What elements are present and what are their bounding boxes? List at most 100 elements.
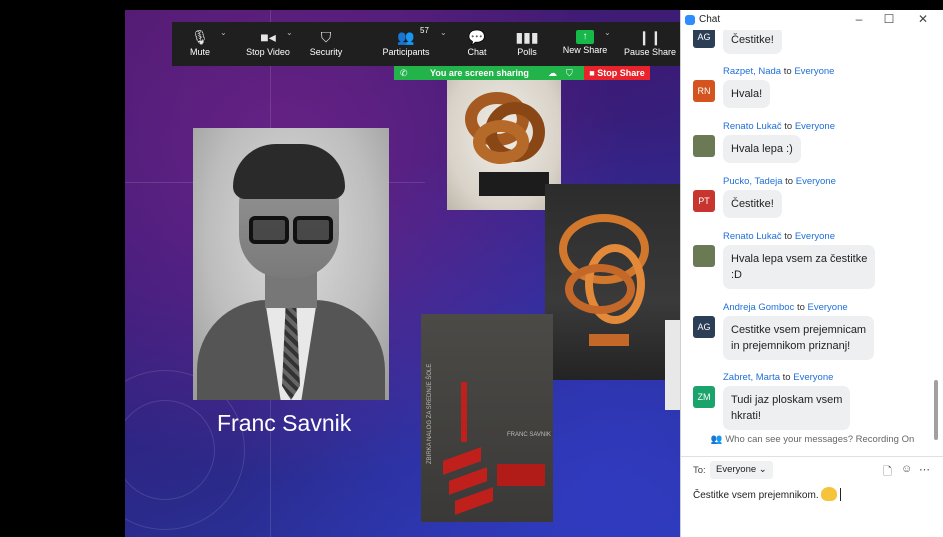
new-share-button[interactable]: ↑ New Share bbox=[560, 22, 610, 66]
chat-bubble-icon: 💬 bbox=[468, 29, 486, 45]
knot-loop bbox=[473, 120, 529, 164]
recipient-name: Everyone bbox=[793, 372, 834, 383]
recipient-name: Everyone bbox=[794, 231, 835, 242]
close-icon[interactable]: ✕ bbox=[913, 12, 933, 26]
share-arrow-icon: ↑ bbox=[576, 30, 594, 44]
sender-to: to bbox=[782, 372, 791, 383]
portrait-hair bbox=[233, 144, 345, 199]
audio-options-chevron-icon[interactable]: ⌄ bbox=[220, 28, 227, 37]
stop-video-label: Stop Video bbox=[246, 47, 290, 57]
message-bubble: Hvala lepa :) bbox=[723, 135, 801, 163]
share-options-chevron-icon[interactable]: ⌄ bbox=[604, 28, 611, 37]
message-sender: Zabret, Marta to Everyone bbox=[723, 372, 833, 383]
message-sender: Andreja Gomboc to Everyone bbox=[723, 302, 848, 313]
message-bubble: Cestitke vsem prejemnicam in prejemnikom… bbox=[723, 316, 875, 360]
recipient-select[interactable]: Everyone ⌄ bbox=[710, 461, 773, 479]
cloud-icon: ☁ bbox=[548, 68, 557, 78]
avatar: AG bbox=[693, 30, 715, 48]
recipient-name: Everyone bbox=[795, 176, 836, 187]
file-icon[interactable]: 🗋 bbox=[883, 463, 892, 482]
sender-name[interactable]: Razpet, Nada bbox=[723, 66, 781, 77]
avatar: PT bbox=[693, 190, 715, 212]
mute-label: Mute bbox=[189, 47, 210, 57]
maximize-icon[interactable]: ☐ bbox=[879, 12, 899, 26]
portrait-glasses-right bbox=[293, 216, 333, 244]
sender-name[interactable]: Renato Lukač bbox=[723, 121, 782, 132]
message-line: in prejemnikom priznanj! bbox=[731, 340, 851, 352]
sender-to: to bbox=[785, 176, 794, 187]
shield-icon: ⛉ bbox=[320, 29, 332, 45]
book-cover: ZBIRKA NALOG ZA SREDNJE ŠOLE FRANC SAVNI… bbox=[421, 314, 553, 522]
phone-icon: ✆ bbox=[400, 68, 408, 78]
recipient-name: Everyone bbox=[807, 302, 848, 313]
chat-title-bar: Chat – ☐ ✕ bbox=[681, 10, 943, 30]
message-sender: Razpet, Nada to Everyone bbox=[723, 66, 834, 77]
pause-icon: ❙❙ bbox=[638, 29, 662, 45]
sender-to: to bbox=[796, 302, 805, 313]
portrait-glasses-left bbox=[249, 216, 289, 244]
avatar: RN bbox=[693, 80, 715, 102]
book-spine-text: ZBIRKA NALOG ZA SREDNJE ŠOLE bbox=[427, 363, 433, 464]
message-input-text: Čestitke vsem prejemnikom. bbox=[693, 490, 819, 501]
chat-button[interactable]: 💬 Chat bbox=[462, 22, 492, 66]
clapping-hands-icon bbox=[821, 487, 838, 501]
avatar: AG bbox=[693, 316, 715, 338]
recipient-name: Everyone bbox=[794, 121, 835, 132]
book-author: FRANC SAVNIK bbox=[507, 432, 551, 438]
chevron-down-icon: ⌄ bbox=[758, 464, 767, 475]
sender-name[interactable]: Pucko, Tadeja bbox=[723, 176, 783, 187]
message-input[interactable]: Čestitke vsem prejemnikom. bbox=[693, 487, 842, 501]
sender-to: to bbox=[783, 66, 792, 77]
sculpture-photo-knot bbox=[447, 72, 561, 210]
minimize-icon[interactable]: – bbox=[849, 12, 869, 26]
message-sender: Renato Lukač to Everyone bbox=[723, 231, 835, 242]
sender-to: to bbox=[784, 121, 793, 132]
message-sender: Pucko, Tadeja to Everyone bbox=[723, 176, 836, 187]
ribbon-loop bbox=[565, 264, 635, 314]
to-label: To: bbox=[693, 465, 706, 476]
video-options-chevron-icon[interactable]: ⌄ bbox=[286, 28, 293, 37]
message-bubble: Čestitke! bbox=[723, 190, 782, 218]
message-line: Tudi jaz ploskam vsem bbox=[731, 394, 843, 406]
chat-window: Chat – ☐ ✕ AG Čestitke! Razpet, Nada to … bbox=[680, 10, 943, 537]
portrait-photo bbox=[193, 128, 389, 400]
message-sender: Renato Lukač to Everyone bbox=[723, 121, 835, 132]
sender-to: to bbox=[784, 231, 793, 242]
emoji-icon[interactable]: ☺ bbox=[901, 463, 912, 475]
participants-label: Participants bbox=[382, 47, 430, 57]
security-label: Security bbox=[309, 47, 343, 57]
chat-message-list[interactable]: AG Čestitke! Razpet, Nada to Everyone RN… bbox=[681, 30, 936, 430]
people-icon: 👥 bbox=[710, 434, 723, 445]
message-line: Hvala lepa vsem za čestitke bbox=[731, 253, 868, 265]
security-button[interactable]: ⛉ Security bbox=[306, 22, 346, 66]
slide-caption: Franc Savnik bbox=[217, 410, 352, 436]
slide-panel bbox=[665, 320, 680, 410]
participants-options-chevron-icon[interactable]: ⌄ bbox=[440, 28, 447, 37]
polls-button[interactable]: ▮▮▮ Polls bbox=[512, 22, 542, 66]
participants-count: 57 bbox=[420, 26, 429, 35]
book-red-label bbox=[497, 464, 545, 486]
avatar-photo bbox=[693, 135, 715, 157]
sender-name[interactable]: Renato Lukač bbox=[723, 231, 782, 242]
new-share-label: New Share bbox=[562, 45, 608, 55]
book-red-bar bbox=[461, 382, 467, 442]
mute-button[interactable]: 🎙 Mute bbox=[184, 22, 216, 66]
pause-share-button[interactable]: ❙❙ Pause Share bbox=[622, 22, 678, 66]
more-options-icon[interactable]: ⋯ bbox=[919, 463, 930, 476]
stop-share-button[interactable]: ■ Stop Share bbox=[584, 66, 650, 80]
polls-label: Polls bbox=[517, 47, 537, 57]
sculpture-base bbox=[479, 172, 549, 196]
polls-icon: ▮▮▮ bbox=[515, 29, 539, 45]
chat-privacy-notice[interactable]: 👥 Who can see your messages? Recording O… bbox=[681, 434, 943, 450]
sender-name[interactable]: Andreja Gomboc bbox=[723, 302, 794, 313]
chat-label: Chat bbox=[467, 47, 487, 57]
screen-sharing-banner: ✆ You are screen sharing ☁ ⛉ bbox=[394, 66, 584, 80]
sculpture-base bbox=[589, 334, 629, 346]
recipient-name: Everyone bbox=[794, 66, 835, 77]
message-bubble: Tudi jaz ploskam vsem hkrati! bbox=[723, 386, 851, 430]
chat-scrollbar[interactable] bbox=[934, 380, 938, 440]
shared-screen: Franc Savnik ZBIRKA NALOG ZA SREDNJE ŠOL… bbox=[0, 0, 680, 537]
sender-name[interactable]: Zabret, Marta bbox=[723, 372, 780, 383]
message-line: :D bbox=[731, 269, 742, 281]
pause-share-label: Pause Share bbox=[623, 47, 677, 57]
